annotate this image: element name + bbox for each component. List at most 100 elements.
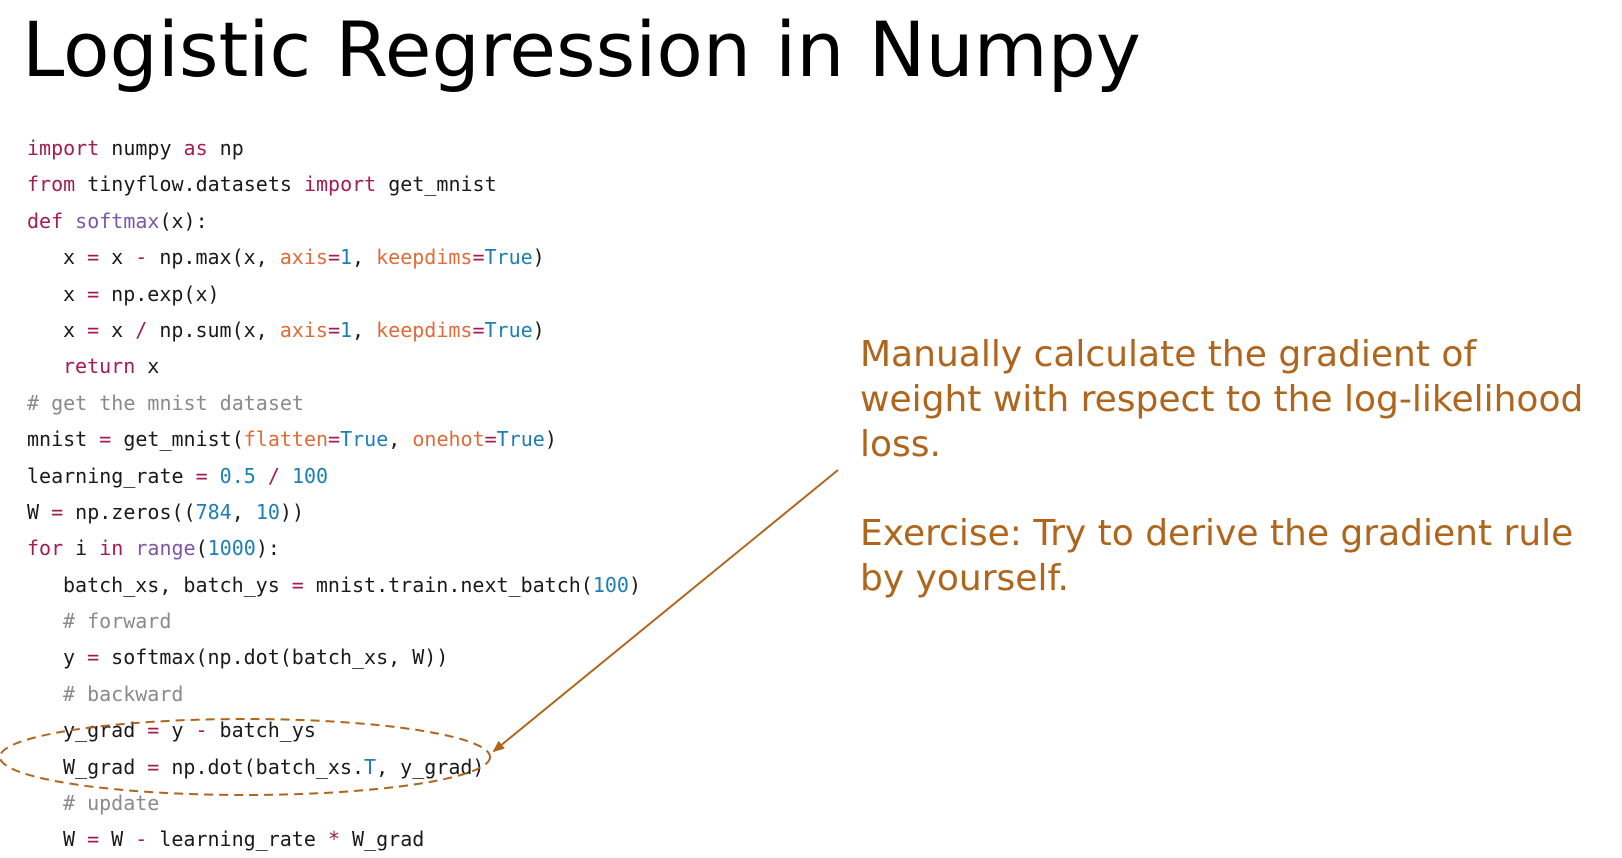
code-token: def xyxy=(27,208,64,233)
code-token: W xyxy=(99,827,136,852)
code-token: np.exp(x) xyxy=(99,281,220,306)
code-token: W xyxy=(27,499,52,524)
code-line: return x xyxy=(27,348,641,384)
code-token: range xyxy=(135,536,196,561)
code-token: axis xyxy=(279,317,328,342)
code-line: W = W - learning_rate * W_grad xyxy=(27,821,641,857)
code-token: axis xyxy=(279,245,328,270)
code-token: = xyxy=(87,317,100,342)
code-line: for i in range(1000): xyxy=(27,530,641,566)
code-token: ) xyxy=(532,245,545,270)
slide-title: Logistic Regression in Numpy xyxy=(22,5,1141,94)
code-token: * xyxy=(327,827,340,852)
code-token: learning_rate xyxy=(27,463,196,488)
code-token: # forward xyxy=(63,609,172,634)
code-token: get_mnist xyxy=(376,172,497,197)
code-token: x xyxy=(99,245,136,270)
code-token: x xyxy=(63,245,88,270)
annotation-note: Manually calculate the gradient of weigh… xyxy=(860,332,1600,601)
code-token: = xyxy=(328,427,341,452)
code-token: True xyxy=(496,427,545,452)
code-line: batch_xs, batch_ys = mnist.train.next_ba… xyxy=(27,567,641,603)
code-block: import numpy as np from tinyflow.datasets… xyxy=(27,130,641,858)
code-token: y xyxy=(159,718,196,743)
code-token: ( xyxy=(195,536,208,561)
code-token: 0.5 xyxy=(219,463,256,488)
code-token: np xyxy=(207,136,244,160)
code-line: # forward xyxy=(27,603,641,639)
code-line: def softmax(x): xyxy=(27,203,641,239)
code-token: np.zeros(( xyxy=(63,499,196,524)
code-line: W = np.zeros((784, 10)) xyxy=(27,494,641,530)
code-token: = xyxy=(147,718,160,743)
code-token: = xyxy=(195,463,208,488)
code-token: keepdims xyxy=(376,317,473,342)
code-token: - xyxy=(135,245,148,270)
code-token: T xyxy=(364,754,377,779)
code-token: , y_grad) xyxy=(376,754,485,779)
code-token: mnist xyxy=(27,427,100,452)
code-token: x xyxy=(63,317,88,342)
code-line: mnist = get_mnist(flatten=True, onehot=T… xyxy=(27,421,641,457)
code-token: = xyxy=(484,427,497,452)
code-token: # update xyxy=(63,791,160,816)
code-token: flatten xyxy=(243,427,329,452)
code-token: keepdims xyxy=(376,245,473,270)
code-token: from xyxy=(27,172,76,197)
code-token: ): xyxy=(255,536,280,561)
code-line: y = softmax(np.dot(batch_xs, W)) xyxy=(27,639,641,675)
code-token: = xyxy=(291,572,304,597)
code-token: softmax(np.dot(batch_xs, W)) xyxy=(99,645,449,670)
code-line: import numpy as np xyxy=(27,130,641,166)
code-line: x = np.exp(x) xyxy=(27,276,641,312)
code-token: = xyxy=(87,645,100,670)
code-token: , xyxy=(352,317,377,342)
annotation-text-gradient: Manually calculate the gradient of weigh… xyxy=(860,334,1584,465)
code-token: = xyxy=(87,827,100,852)
code-token: np.dot(batch_xs. xyxy=(159,754,365,779)
code-token: , xyxy=(388,427,413,452)
code-line: from tinyflow.datasets import get_mnist xyxy=(27,166,641,202)
code-token: ) xyxy=(544,427,557,452)
code-token: 1 xyxy=(339,317,353,342)
code-token: 100 xyxy=(592,572,629,597)
code-token: (x): xyxy=(159,208,208,233)
code-token: = xyxy=(87,245,100,270)
code-token: = xyxy=(472,317,485,342)
code-token: True xyxy=(484,317,533,342)
code-token: get_mnist( xyxy=(111,427,244,452)
code-token: x xyxy=(135,354,160,379)
code-token: W_grad xyxy=(339,827,425,852)
code-token: np.sum(x, xyxy=(147,317,280,342)
code-token: as xyxy=(183,136,208,160)
code-token: 1000 xyxy=(207,536,256,561)
code-line: x = x / np.sum(x, axis=1, keepdims=True) xyxy=(27,312,641,348)
code-line: y_grad = y - batch_ys xyxy=(27,712,641,748)
code-token: mnist.train.next_batch( xyxy=(303,572,593,597)
code-token: # backward xyxy=(63,681,184,706)
code-token: = xyxy=(51,499,64,524)
code-token: y xyxy=(63,645,88,670)
code-token: batch_ys xyxy=(207,718,316,743)
code-token: in xyxy=(99,536,124,561)
code-token: # get the mnist dataset xyxy=(27,390,304,415)
code-token: import xyxy=(27,136,100,160)
code-token: np.max(x, xyxy=(147,245,280,270)
code-token: W_grad xyxy=(63,754,148,779)
code-token: = xyxy=(472,245,485,270)
code-line: learning_rate = 0.5 / 100 xyxy=(27,458,641,494)
code-token: = xyxy=(99,427,112,452)
code-token: tinyflow.datasets xyxy=(75,172,304,197)
code-token: = xyxy=(87,281,100,306)
code-token: , xyxy=(231,499,256,524)
code-token: x xyxy=(99,317,136,342)
code-token: = xyxy=(147,754,160,779)
code-token: = xyxy=(327,317,340,342)
code-token: numpy xyxy=(99,136,184,160)
code-line: W_grad = np.dot(batch_xs.T, y_grad) xyxy=(27,749,641,785)
code-token: learning_rate xyxy=(147,827,328,852)
code-token: )) xyxy=(279,499,304,524)
code-token: , xyxy=(352,245,377,270)
